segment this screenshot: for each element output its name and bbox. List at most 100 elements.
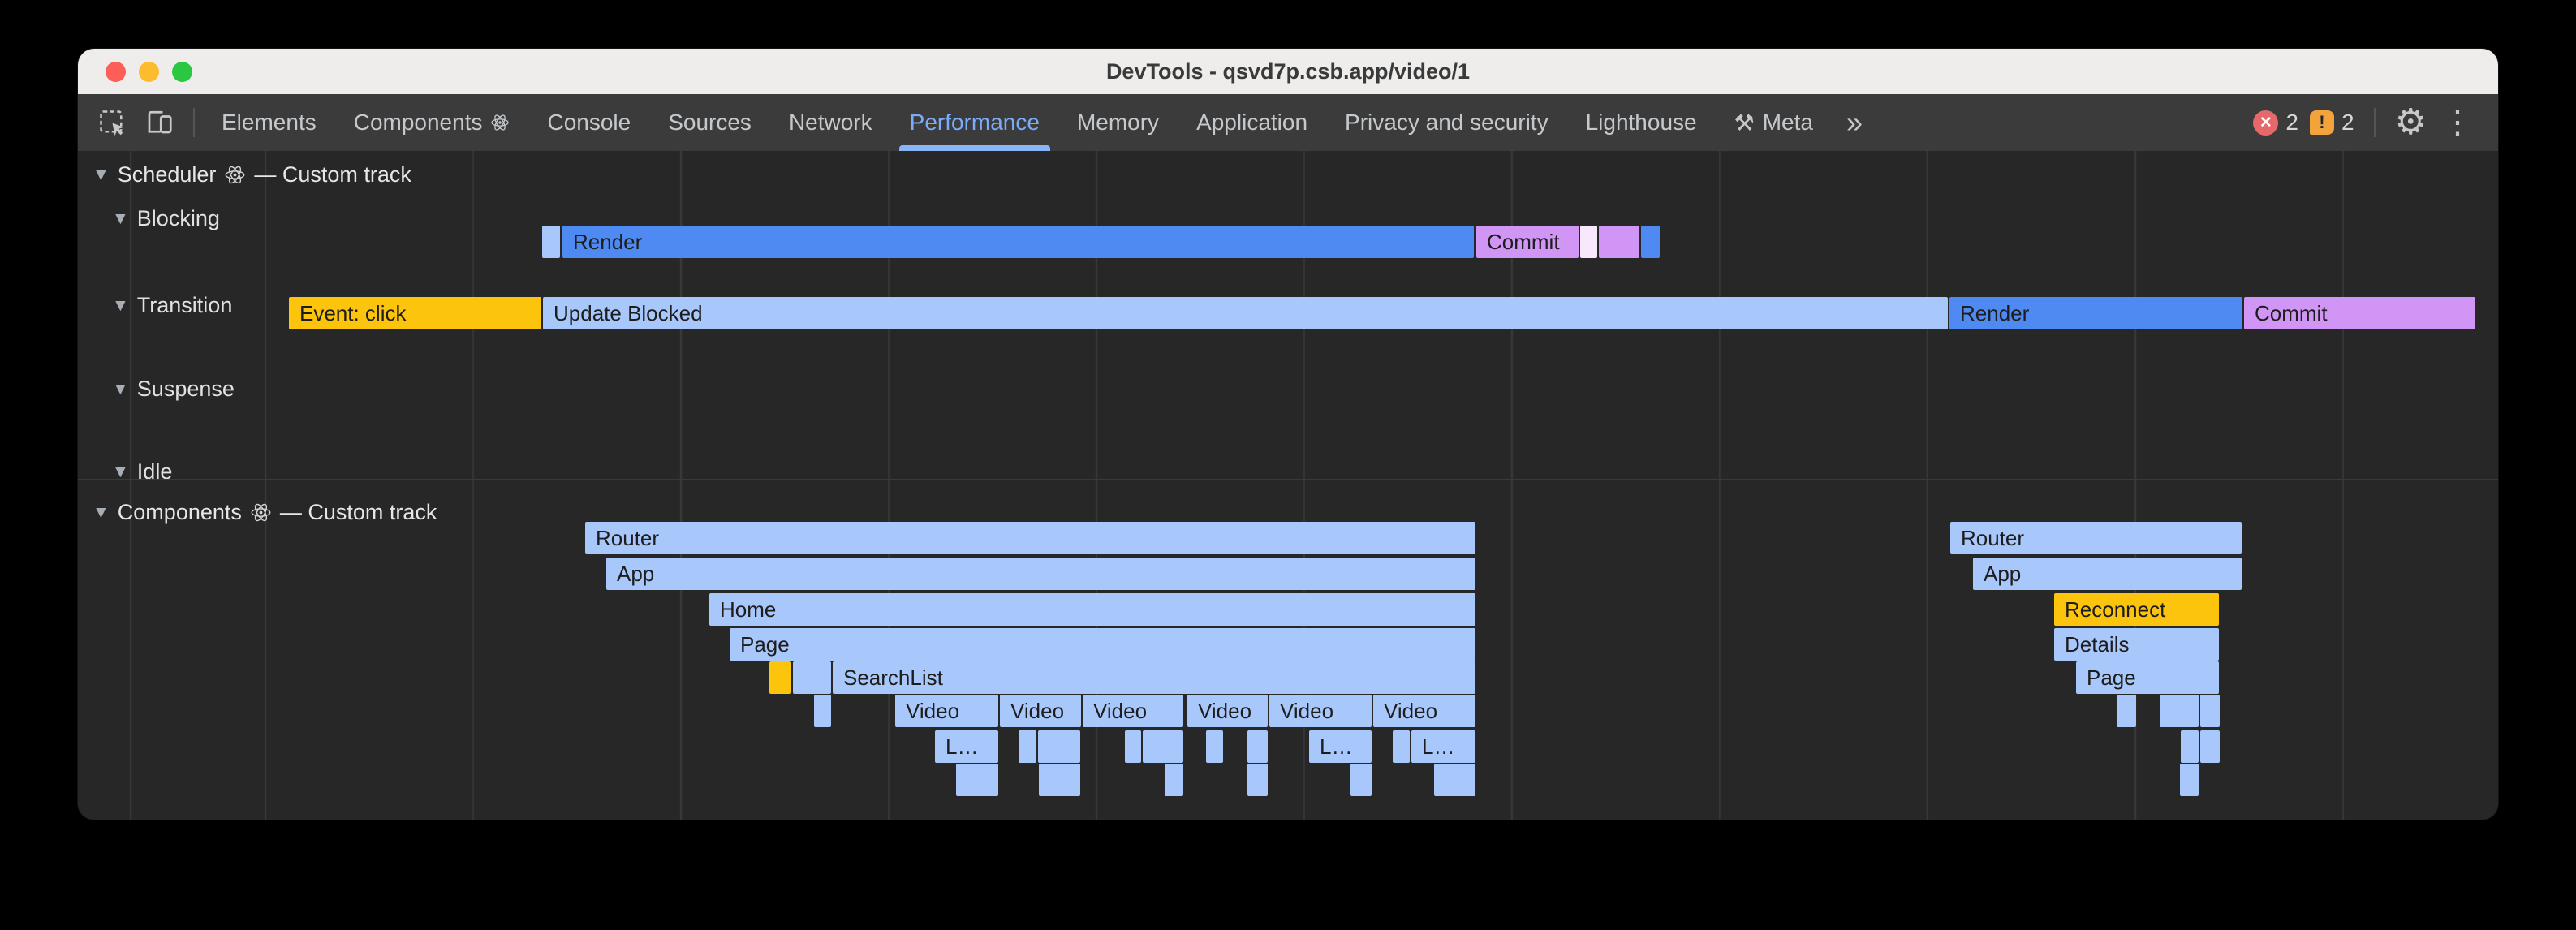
video-bar[interactable]: Video — [1000, 695, 1081, 727]
window-title: DevTools - qsvd7p.csb.app/video/1 — [78, 59, 2498, 84]
tab-network[interactable]: Network — [770, 94, 891, 151]
video-bar[interactable]: Video — [895, 695, 998, 727]
flame-bar[interactable] — [1580, 226, 1597, 258]
home-bar[interactable]: Home — [709, 593, 1475, 626]
render-bar[interactable]: Render — [1949, 297, 2242, 329]
commit-bar[interactable]: Commit — [2244, 297, 2475, 329]
scheduler-track-header[interactable]: ▼ Scheduler — Custom track — [93, 161, 411, 188]
flame-bar[interactable] — [542, 226, 560, 258]
lane-name: Suspense — [137, 377, 235, 402]
titlebar: DevTools - qsvd7p.csb.app/video/1 — [78, 49, 2498, 94]
more-tabs-chevron-icon[interactable]: » — [1832, 105, 1877, 140]
tab-meta[interactable]: ⚒Meta — [1716, 94, 1832, 151]
collapse-triangle-icon[interactable]: ▼ — [112, 381, 129, 398]
toolbar-right-separator — [2374, 108, 2376, 137]
details-bar[interactable]: Details — [2054, 628, 2219, 661]
app-bar[interactable]: App — [1973, 558, 2242, 590]
flame-bar[interactable] — [2117, 695, 2136, 727]
reconnect-bar[interactable]: Reconnect — [2054, 593, 2219, 626]
lane-label-idle[interactable]: ▼Idle — [112, 458, 172, 485]
components-track-header[interactable]: ▼ Components — Custom track — [93, 498, 437, 526]
tab-label: Sources — [668, 110, 752, 136]
tab-components[interactable]: Components — [335, 94, 529, 151]
collapse-triangle-icon[interactable]: ▼ — [93, 166, 110, 183]
flame-bar[interactable] — [1641, 226, 1660, 258]
warning-badge[interactable]: ! 2 — [2310, 110, 2354, 136]
tab-lighthouse[interactable]: Lighthouse — [1567, 94, 1716, 151]
tab-elements[interactable]: Elements — [203, 94, 335, 151]
flame-bar[interactable] — [2200, 695, 2220, 727]
tab-sources[interactable]: Sources — [649, 94, 770, 151]
collapse-triangle-icon[interactable]: ▼ — [112, 297, 129, 314]
flame-bar[interactable] — [2200, 730, 2220, 763]
desktop-background: DevTools - qsvd7p.csb.app/video/1 — [0, 0, 2576, 930]
tools-icon: ⚒ — [1734, 110, 1755, 136]
flame-bar[interactable] — [769, 661, 791, 694]
collapse-triangle-icon[interactable]: ▼ — [112, 463, 129, 480]
flame-bar[interactable] — [1019, 730, 1036, 763]
page-bar[interactable]: Page — [2076, 661, 2219, 694]
error-badge[interactable]: ✕ 2 — [2253, 110, 2298, 136]
device-toolbar-icon[interactable] — [138, 101, 180, 144]
tab-performance[interactable]: Performance — [891, 94, 1058, 151]
track-divider — [78, 479, 2498, 480]
flame-bar[interactable] — [1350, 764, 1372, 796]
react-atom-icon — [250, 502, 272, 523]
commit-bar[interactable]: Commit — [1476, 226, 1579, 258]
devtools-tabs: Elements Components Console Sources Network P… — [203, 94, 1832, 151]
video-bar[interactable]: Video — [1269, 695, 1372, 727]
event-click-bar[interactable]: Event: click — [289, 297, 541, 329]
router-bar[interactable]: Router — [585, 522, 1475, 554]
app-bar[interactable]: App — [606, 558, 1475, 590]
flame-bar[interactable] — [1206, 730, 1223, 763]
collapse-triangle-icon[interactable]: ▼ — [112, 210, 129, 227]
settings-gear-icon[interactable]: ⚙ — [2395, 105, 2427, 140]
flame-bar[interactable] — [1393, 730, 1410, 763]
components-track-suffix: — Custom track — [280, 500, 437, 525]
render-bar[interactable]: Render — [562, 226, 1474, 258]
flame-bar[interactable] — [1434, 764, 1475, 796]
tab-label: Performance — [910, 110, 1040, 136]
flame-bar[interactable] — [814, 695, 831, 727]
flame-bar[interactable] — [1125, 730, 1141, 763]
flame-bar[interactable] — [1247, 764, 1268, 796]
error-count: 2 — [2285, 110, 2298, 136]
flame-bar[interactable] — [2160, 695, 2199, 727]
video-bar[interactable]: Video — [1187, 695, 1268, 727]
lane-name: Transition — [137, 293, 233, 318]
searchlist-bar[interactable]: SearchList — [833, 661, 1475, 694]
page-bar[interactable]: Page — [730, 628, 1475, 661]
flame-bar[interactable] — [1143, 730, 1183, 763]
kebab-menu-icon[interactable]: ⋮ — [2438, 106, 2474, 139]
tab-label: Console — [547, 110, 631, 136]
toolbar-separator — [193, 108, 195, 137]
react-atom-icon — [224, 164, 246, 186]
flame-bar[interactable] — [1599, 226, 1639, 258]
tab-console[interactable]: Console — [528, 94, 649, 151]
tab-privacy-and-security[interactable]: Privacy and security — [1326, 94, 1567, 151]
l-bar[interactable]: L… — [1309, 730, 1372, 763]
flame-bar[interactable] — [793, 661, 831, 694]
flame-bar[interactable] — [1038, 730, 1080, 763]
tab-memory[interactable]: Memory — [1058, 94, 1178, 151]
lane-label-suspense[interactable]: ▼ Suspense — [112, 375, 235, 403]
router-bar[interactable]: Router — [1950, 522, 2242, 554]
tab-label: Privacy and security — [1345, 110, 1549, 136]
inspect-element-icon[interactable] — [91, 101, 133, 144]
tab-label: Components — [354, 110, 483, 136]
collapse-triangle-icon[interactable]: ▼ — [93, 504, 110, 521]
l-bar[interactable]: L… — [1411, 730, 1475, 763]
l-bar[interactable]: L… — [935, 730, 998, 763]
flame-bar[interactable] — [1039, 764, 1080, 796]
lane-label-blocking[interactable]: ▼Blocking — [112, 205, 220, 232]
update-blocked-bar[interactable]: Update Blocked — [543, 297, 1948, 329]
flame-bar[interactable] — [956, 764, 998, 796]
video-bar[interactable]: Video — [1083, 695, 1183, 727]
flame-bar[interactable] — [2180, 764, 2199, 796]
lane-label-transition[interactable]: ▼ Transition — [112, 291, 232, 319]
flame-bar[interactable] — [1247, 730, 1268, 763]
flame-bar[interactable] — [1165, 764, 1183, 796]
tab-application[interactable]: Application — [1178, 94, 1326, 151]
video-bar[interactable]: Video — [1373, 695, 1475, 727]
flame-bar[interactable] — [2181, 730, 2199, 763]
